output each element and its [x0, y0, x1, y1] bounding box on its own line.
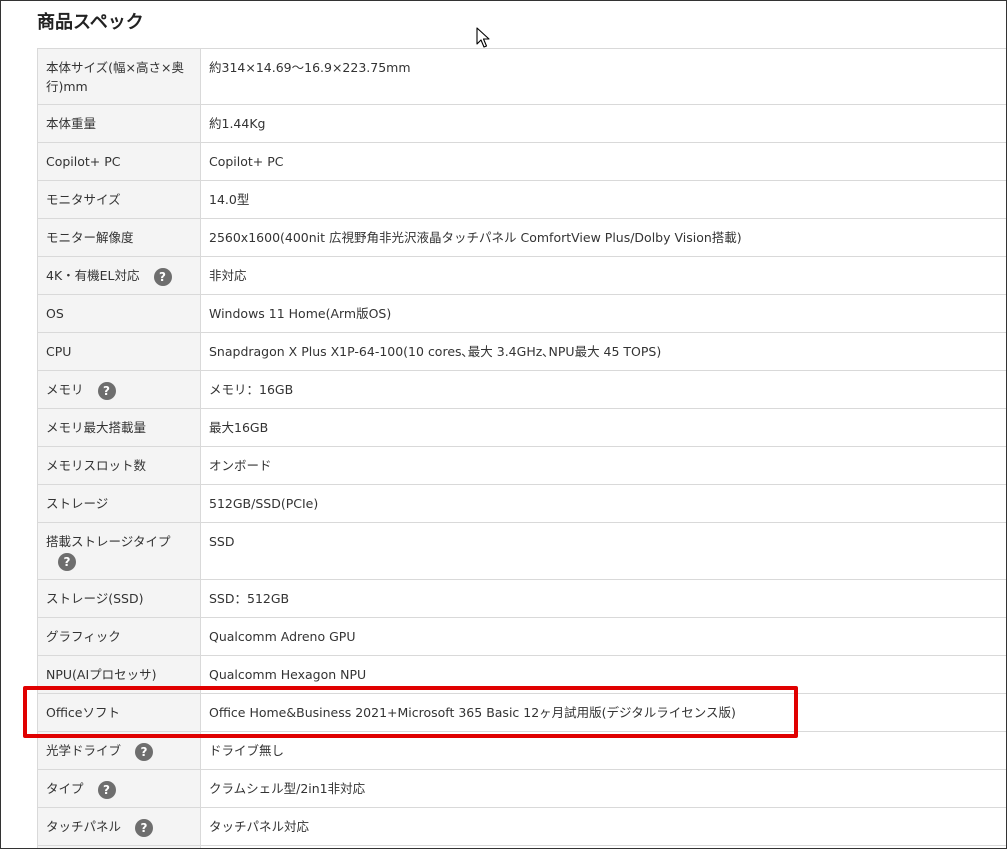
spec-label-cell: タッチパネル? [37, 807, 201, 846]
spec-label-cell: タイプ? [37, 769, 201, 808]
spec-value: Snapdragon X Plus X1P-64-100(10 cores､最大… [200, 332, 1006, 371]
table-row [37, 845, 1006, 848]
spec-value: Qualcomm Hexagon NPU [200, 655, 1006, 694]
spec-value: Windows 11 Home(Arm版OS) [200, 294, 1006, 333]
spec-label: メモリ最大搭載量 [37, 408, 201, 447]
table-row: CPU Snapdragon X Plus X1P-64-100(10 core… [37, 332, 1006, 371]
spec-value: 非対応 [200, 256, 1006, 295]
spec-value: クラムシェル型/2in1非対応 [200, 769, 1006, 808]
spec-label: OS [37, 294, 201, 333]
table-row: 本体サイズ(幅×高さ×奥行)mm 約314×14.69～16.9×223.75m… [37, 48, 1006, 105]
help-icon[interactable]: ? [97, 780, 116, 799]
spec-label: グラフィック [37, 617, 201, 656]
spec-label: 本体サイズ(幅×高さ×奥行)mm [37, 48, 201, 105]
table-row: 本体重量 約1.44Kg [37, 104, 1006, 143]
spec-table: 本体サイズ(幅×高さ×奥行)mm 約314×14.69～16.9×223.75m… [37, 48, 1006, 848]
spec-value: 2560x1600(400nit 広視野角非光沢液晶タッチパネル Comfort… [200, 218, 1006, 257]
spec-label: NPU(AIプロセッサ) [37, 655, 201, 694]
spec-value: SSD：512GB [200, 579, 1006, 618]
spec-value: 512GB/SSD(PCIe) [200, 484, 1006, 523]
table-row-highlighted: Officeソフト Office Home&Business 2021+Micr… [37, 693, 1006, 732]
spec-value: オンボード [200, 446, 1006, 485]
spec-label: モニタサイズ [37, 180, 201, 219]
spec-label: メモリスロット数 [37, 446, 201, 485]
spec-label: モニター解像度 [37, 218, 201, 257]
table-row: 光学ドライブ? ドライブ無し [37, 731, 1006, 770]
table-row: メモリ最大搭載量 最大16GB [37, 408, 1006, 447]
help-icon[interactable]: ? [58, 553, 76, 571]
table-row: OS Windows 11 Home(Arm版OS) [37, 294, 1006, 333]
spec-value: Office Home&Business 2021+Microsoft 365 … [200, 693, 1006, 732]
help-icon[interactable]: ? [153, 267, 172, 286]
spec-value: 約314×14.69～16.9×223.75mm [200, 48, 1006, 105]
table-row: タッチパネル? タッチパネル対応 [37, 807, 1006, 846]
table-row: グラフィック Qualcomm Adreno GPU [37, 617, 1006, 656]
spec-value: 14.0型 [200, 180, 1006, 219]
table-row: ストレージ 512GB/SSD(PCIe) [37, 484, 1006, 523]
table-row: 4K・有機EL対応? 非対応 [37, 256, 1006, 295]
spec-label-cell: 搭載ストレージタイプ? [37, 522, 201, 580]
spec-label: Copilot+ PC [37, 142, 201, 181]
spec-label: 光学ドライブ [46, 743, 122, 758]
spec-label: 4K・有機EL対応 [46, 268, 140, 283]
spec-label: 本体重量 [37, 104, 201, 143]
table-row: ストレージ(SSD) SSD：512GB [37, 579, 1006, 618]
spec-label: メモリ [46, 382, 84, 397]
help-icon[interactable]: ? [135, 742, 154, 761]
table-row: Copilot+ PC Copilot+ PC [37, 142, 1006, 181]
table-row: NPU(AIプロセッサ) Qualcomm Hexagon NPU [37, 655, 1006, 694]
table-row: モニター解像度 2560x1600(400nit 広視野角非光沢液晶タッチパネル… [37, 218, 1006, 257]
spec-value: タッチパネル対応 [200, 807, 1006, 846]
spec-label: ストレージ [37, 484, 201, 523]
spec-value: 約1.44Kg [200, 104, 1006, 143]
table-row: モニタサイズ 14.0型 [37, 180, 1006, 219]
spec-label-empty [37, 845, 201, 848]
screenshot-frame: 商品スペック 本体サイズ(幅×高さ×奥行)mm 約314×14.69～16.9×… [0, 0, 1007, 849]
spec-label: CPU [37, 332, 201, 371]
spec-value: メモリ：16GB [200, 370, 1006, 409]
table-row: 搭載ストレージタイプ? SSD [37, 522, 1006, 580]
spec-value: Copilot+ PC [200, 142, 1006, 181]
spec-label-cell: メモリ? [37, 370, 201, 409]
mouse-cursor-icon [476, 27, 490, 48]
spec-label: タイプ [46, 781, 84, 796]
table-row: タイプ? クラムシェル型/2in1非対応 [37, 769, 1006, 808]
spec-label-cell: 光学ドライブ? [37, 731, 201, 770]
table-row: メモリ? メモリ：16GB [37, 370, 1006, 409]
spec-label-cell: 4K・有機EL対応? [37, 256, 201, 295]
spec-label: Officeソフト [37, 693, 201, 732]
help-icon[interactable]: ? [135, 818, 154, 837]
spec-value: 最大16GB [200, 408, 1006, 447]
spec-label: 搭載ストレージタイプ [46, 534, 171, 549]
table-row: メモリスロット数 オンボード [37, 446, 1006, 485]
spec-value: SSD [200, 522, 1006, 580]
spec-label: タッチパネル [46, 819, 122, 834]
spec-label: ストレージ(SSD) [37, 579, 201, 618]
spec-value: ドライブ無し [200, 731, 1006, 770]
help-icon[interactable]: ? [97, 381, 116, 400]
spec-value-empty [200, 845, 1006, 848]
spec-value: Qualcomm Adreno GPU [200, 617, 1006, 656]
page-title: 商品スペック [37, 12, 144, 33]
